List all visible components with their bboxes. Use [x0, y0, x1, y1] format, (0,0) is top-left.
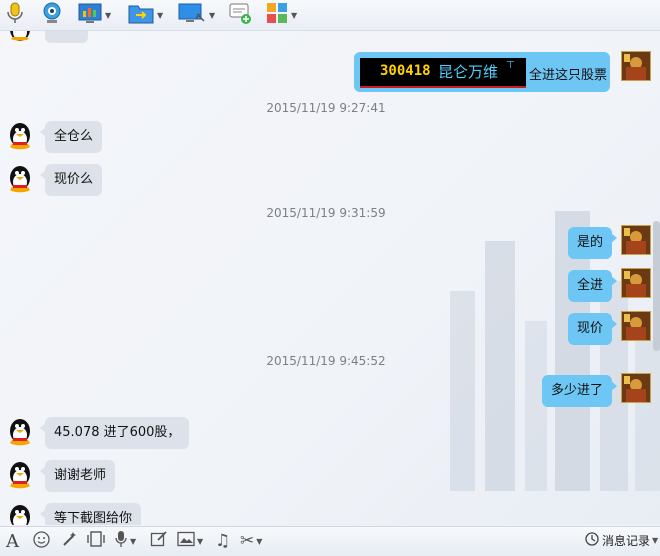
emoji-button[interactable]: [33, 530, 50, 552]
input-toolbar: A ▼ ▼ ♫ ✂ ▼ 消息记录 ▼: [0, 526, 660, 556]
music-button[interactable]: ♫: [215, 531, 230, 551]
my-avatar[interactable]: [621, 311, 651, 341]
contact-avatar[interactable]: [5, 460, 35, 490]
image-button[interactable]: ▼: [177, 531, 203, 551]
voice-message-button[interactable]: ▼: [114, 531, 136, 551]
edit-button[interactable]: [150, 531, 168, 551]
video-call-button[interactable]: [40, 1, 64, 29]
new-message-button[interactable]: [228, 3, 252, 27]
window-shake-icon: [86, 530, 106, 552]
contact-avatar[interactable]: [5, 121, 35, 151]
microphone-icon: [4, 1, 26, 29]
history-label: 消息记录: [602, 534, 651, 548]
stock-name: 昆仑万维: [438, 63, 499, 81]
message-bubble: 45.078 进了600股，: [39, 417, 190, 449]
chevron-down-icon[interactable]: ▼: [197, 537, 203, 546]
message-bubble-partial: [45, 31, 88, 43]
file-transfer-button[interactable]: ▼: [128, 3, 163, 27]
chat-history[interactable]: 300418 昆仑万维 ⊤ 全进这只股票 2015/11/19 9:27:41 …: [0, 31, 660, 525]
my-avatar[interactable]: [621, 225, 651, 255]
voice-button[interactable]: [4, 1, 26, 29]
chevron-down-icon[interactable]: ▼: [105, 11, 111, 20]
stock-code: 300418: [380, 63, 431, 79]
message-bubble: 等下截图给你: [39, 503, 142, 525]
contact-avatar[interactable]: [5, 417, 35, 447]
timestamp: 2015/11/19 9:45:52: [266, 354, 386, 368]
contact-avatar[interactable]: [5, 31, 35, 43]
chevron-down-icon[interactable]: ▼: [291, 11, 297, 20]
video-call-icon: [40, 1, 64, 29]
stock-quote-card[interactable]: 300418 昆仑万维 ⊤: [360, 58, 526, 88]
remote-desktop-button[interactable]: ▼: [178, 3, 215, 27]
pin-icon: ⊤: [506, 60, 515, 71]
my-avatar[interactable]: [621, 373, 651, 403]
message-bubble: 谢谢老师: [39, 460, 116, 492]
my-avatar[interactable]: [621, 51, 651, 81]
font-button[interactable]: A: [6, 530, 19, 552]
contact-avatar[interactable]: [5, 164, 35, 194]
message-bubble: 现价: [567, 313, 618, 345]
scissors-icon: ✂: [240, 531, 255, 551]
remote-desktop-icon: [178, 2, 206, 28]
chevron-down-icon[interactable]: ▼: [652, 536, 658, 545]
image-icon: [177, 531, 195, 551]
screenshot-button[interactable]: ✂ ▼: [240, 531, 262, 551]
magic-button[interactable]: [60, 531, 78, 551]
message-bubble: 多少进了: [541, 375, 618, 407]
chevron-down-icon[interactable]: ▼: [256, 537, 262, 546]
magic-wand-icon: [60, 530, 78, 552]
file-transfer-icon: [128, 2, 154, 28]
clock-icon: [585, 532, 599, 549]
app-grid-icon: [266, 2, 288, 28]
message-bubble: 现价么: [39, 164, 103, 196]
my-avatar[interactable]: [621, 268, 651, 298]
chevron-down-icon[interactable]: ▼: [130, 537, 136, 546]
timestamp: 2015/11/19 9:31:59: [266, 206, 386, 220]
message-bubble: 全进: [567, 270, 618, 302]
screen-share-icon: [78, 2, 102, 28]
shake-button[interactable]: [86, 531, 106, 551]
smiley-icon: [33, 530, 50, 552]
top-toolbar: ▼ ▼ ▼ ▼: [0, 0, 660, 31]
timestamp: 2015/11/19 9:27:41: [266, 101, 386, 115]
font-icon: A: [6, 530, 19, 552]
music-note-icon: ♫: [215, 531, 231, 551]
new-message-icon: [228, 1, 252, 29]
chevron-down-icon[interactable]: ▼: [157, 11, 163, 20]
microphone-icon: [114, 530, 128, 552]
scrollbar-thumb[interactable]: [653, 221, 660, 351]
message-text: 全进这只股票: [529, 68, 608, 83]
contact-avatar[interactable]: [5, 503, 35, 525]
chevron-down-icon[interactable]: ▼: [209, 11, 215, 20]
screen-share-button[interactable]: ▼: [78, 3, 111, 27]
message-bubble: 是的: [567, 227, 618, 259]
edit-icon: [150, 530, 168, 552]
stock-card-bubble[interactable]: 300418 昆仑万维 ⊤ 全进这只股票: [354, 52, 610, 92]
message-history-button[interactable]: 消息记录 ▼: [585, 532, 658, 549]
message-bubble: 全仓么: [39, 121, 103, 153]
app-grid-button[interactable]: ▼: [266, 3, 297, 27]
